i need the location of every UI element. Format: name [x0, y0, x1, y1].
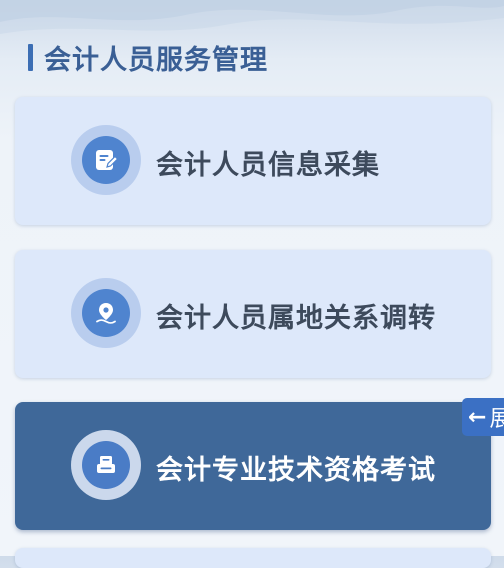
- card-label: 会计专业技术资格考试: [156, 455, 436, 486]
- header-accent-bar: [28, 43, 33, 71]
- card-label: 会计人员属地关系调转: [156, 303, 436, 334]
- next-card-partial[interactable]: [15, 548, 491, 568]
- section-header: 会计人员服务管理: [28, 40, 268, 76]
- arrow-left-icon: ←: [468, 404, 487, 430]
- printer-exam-icon: [71, 430, 141, 500]
- section-title: 会计人员服务管理: [44, 44, 268, 76]
- side-expand-tab[interactable]: ← 展: [462, 398, 504, 436]
- card-location-transfer[interactable]: 会计人员属地关系调转: [15, 250, 491, 378]
- location-pin-icon: [71, 278, 141, 348]
- card-qualification-exam[interactable]: 会计专业技术资格考试: [15, 402, 491, 530]
- side-tab-label: 展: [489, 407, 504, 432]
- card-label: 会计人员信息采集: [156, 150, 380, 181]
- card-info-collection[interactable]: 会计人员信息采集: [15, 97, 491, 225]
- edit-document-icon: [71, 125, 141, 195]
